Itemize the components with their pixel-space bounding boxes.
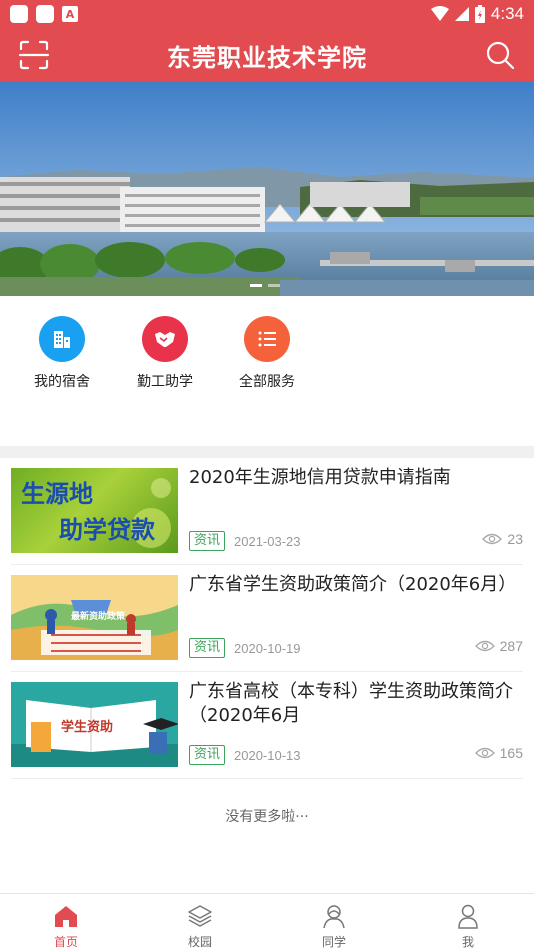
list-icon: [244, 316, 290, 362]
service-all[interactable]: 全部服务: [222, 316, 312, 391]
thumb-text: 助学贷款: [59, 516, 155, 544]
campus-photo: [0, 82, 534, 296]
service-label: 全部服务: [239, 374, 295, 390]
scan-icon[interactable]: [18, 39, 50, 71]
service-work-study[interactable]: 勤工助学: [120, 316, 210, 391]
battery-icon: [474, 5, 485, 23]
bottom-tab-bar: 首页 校园 同学 我: [0, 893, 534, 950]
search-icon[interactable]: [484, 39, 516, 71]
service-dormitory[interactable]: 我的宿舍: [17, 316, 107, 391]
service-label: 我的宿舍: [34, 374, 90, 390]
thumb-text: 生源地: [21, 480, 93, 508]
thumb-text: 最新资助政策: [71, 612, 126, 622]
app-notification-icon: [10, 5, 28, 23]
page-title: 东莞职业技术学院: [167, 43, 367, 72]
eye-icon: [482, 533, 503, 545]
service-grid: 我的宿舍 勤工助学 全部服务: [0, 296, 534, 446]
tab-campus[interactable]: 校园: [170, 902, 230, 950]
news-item[interactable]: 最新资助政策 广东省学生资助政策简介（2020年6月） 资讯 2020-10-1…: [11, 565, 523, 672]
carousel-dot[interactable]: [250, 284, 262, 287]
banner-carousel[interactable]: [0, 82, 534, 296]
clock: 4:34: [490, 4, 524, 23]
system-indicators: 4:34: [430, 4, 524, 24]
wifi-icon: [430, 6, 449, 21]
news-title[interactable]: 2020年生源地信用贷款申请指南: [189, 466, 523, 490]
view-count-value: 287: [499, 638, 523, 654]
tab-me[interactable]: 我: [438, 902, 498, 950]
view-count: 23: [482, 531, 523, 547]
eye-icon: [474, 640, 495, 652]
section-divider: [0, 446, 534, 458]
news-item[interactable]: 学生资助 广东省高校（本专科）学生资助政策简介（2020年6月 资讯 2020-…: [11, 672, 523, 779]
layers-icon: [188, 905, 212, 927]
news-thumbnail: 学生资助: [11, 682, 178, 767]
view-count-value: 165: [499, 745, 523, 761]
building-icon: [39, 316, 85, 362]
thumb-text: 学生资助: [61, 720, 114, 735]
notification-icons: A: [10, 5, 78, 23]
signal-icon: [454, 7, 469, 21]
handshake-icon: [142, 316, 188, 362]
view-count: 287: [474, 638, 523, 654]
tab-label: 同学: [321, 935, 346, 949]
status-bar: A 4:34: [0, 0, 534, 28]
news-title[interactable]: 广东省高校（本专科）学生资助政策简介（2020年6月: [189, 680, 523, 728]
news-date: 2020-10-19: [234, 641, 301, 656]
news-title[interactable]: 广东省学生资助政策简介（2020年6月）: [189, 573, 523, 597]
category-tag: 资讯: [189, 531, 226, 551]
category-tag: 资讯: [189, 638, 226, 658]
no-more-text: 没有更多啦···: [225, 809, 309, 825]
tab-label: 我: [461, 935, 474, 949]
news-date: 2020-10-13: [234, 748, 301, 763]
carousel-indicator: [250, 284, 280, 287]
home-icon: [55, 906, 77, 927]
news-list: 生源地 助学贷款 2020年生源地信用贷款申请指南 资讯 2021-03-23 …: [11, 458, 523, 779]
a-notification-icon: A: [62, 6, 78, 22]
view-count: 165: [474, 745, 523, 761]
service-label: 勤工助学: [137, 374, 193, 390]
tab-label: 首页: [53, 935, 78, 949]
news-date: 2021-03-23: [234, 534, 301, 549]
app-notification-icon: [36, 5, 54, 23]
news-item[interactable]: 生源地 助学贷款 2020年生源地信用贷款申请指南 资讯 2021-03-23 …: [11, 458, 523, 565]
news-thumbnail: 生源地 助学贷款: [11, 468, 178, 553]
eye-icon: [474, 747, 495, 759]
classmates-icon: [323, 905, 345, 929]
tab-classmates[interactable]: 同学: [304, 902, 364, 950]
category-tag: 资讯: [189, 745, 226, 765]
view-count-value: 23: [507, 531, 523, 547]
carousel-dot[interactable]: [268, 284, 280, 287]
app-header: 东莞职业技术学院: [0, 28, 534, 82]
tab-home[interactable]: 首页: [36, 902, 96, 950]
tab-label: 校园: [187, 935, 212, 949]
news-thumbnail: 最新资助政策: [11, 575, 178, 660]
person-icon: [458, 904, 478, 929]
